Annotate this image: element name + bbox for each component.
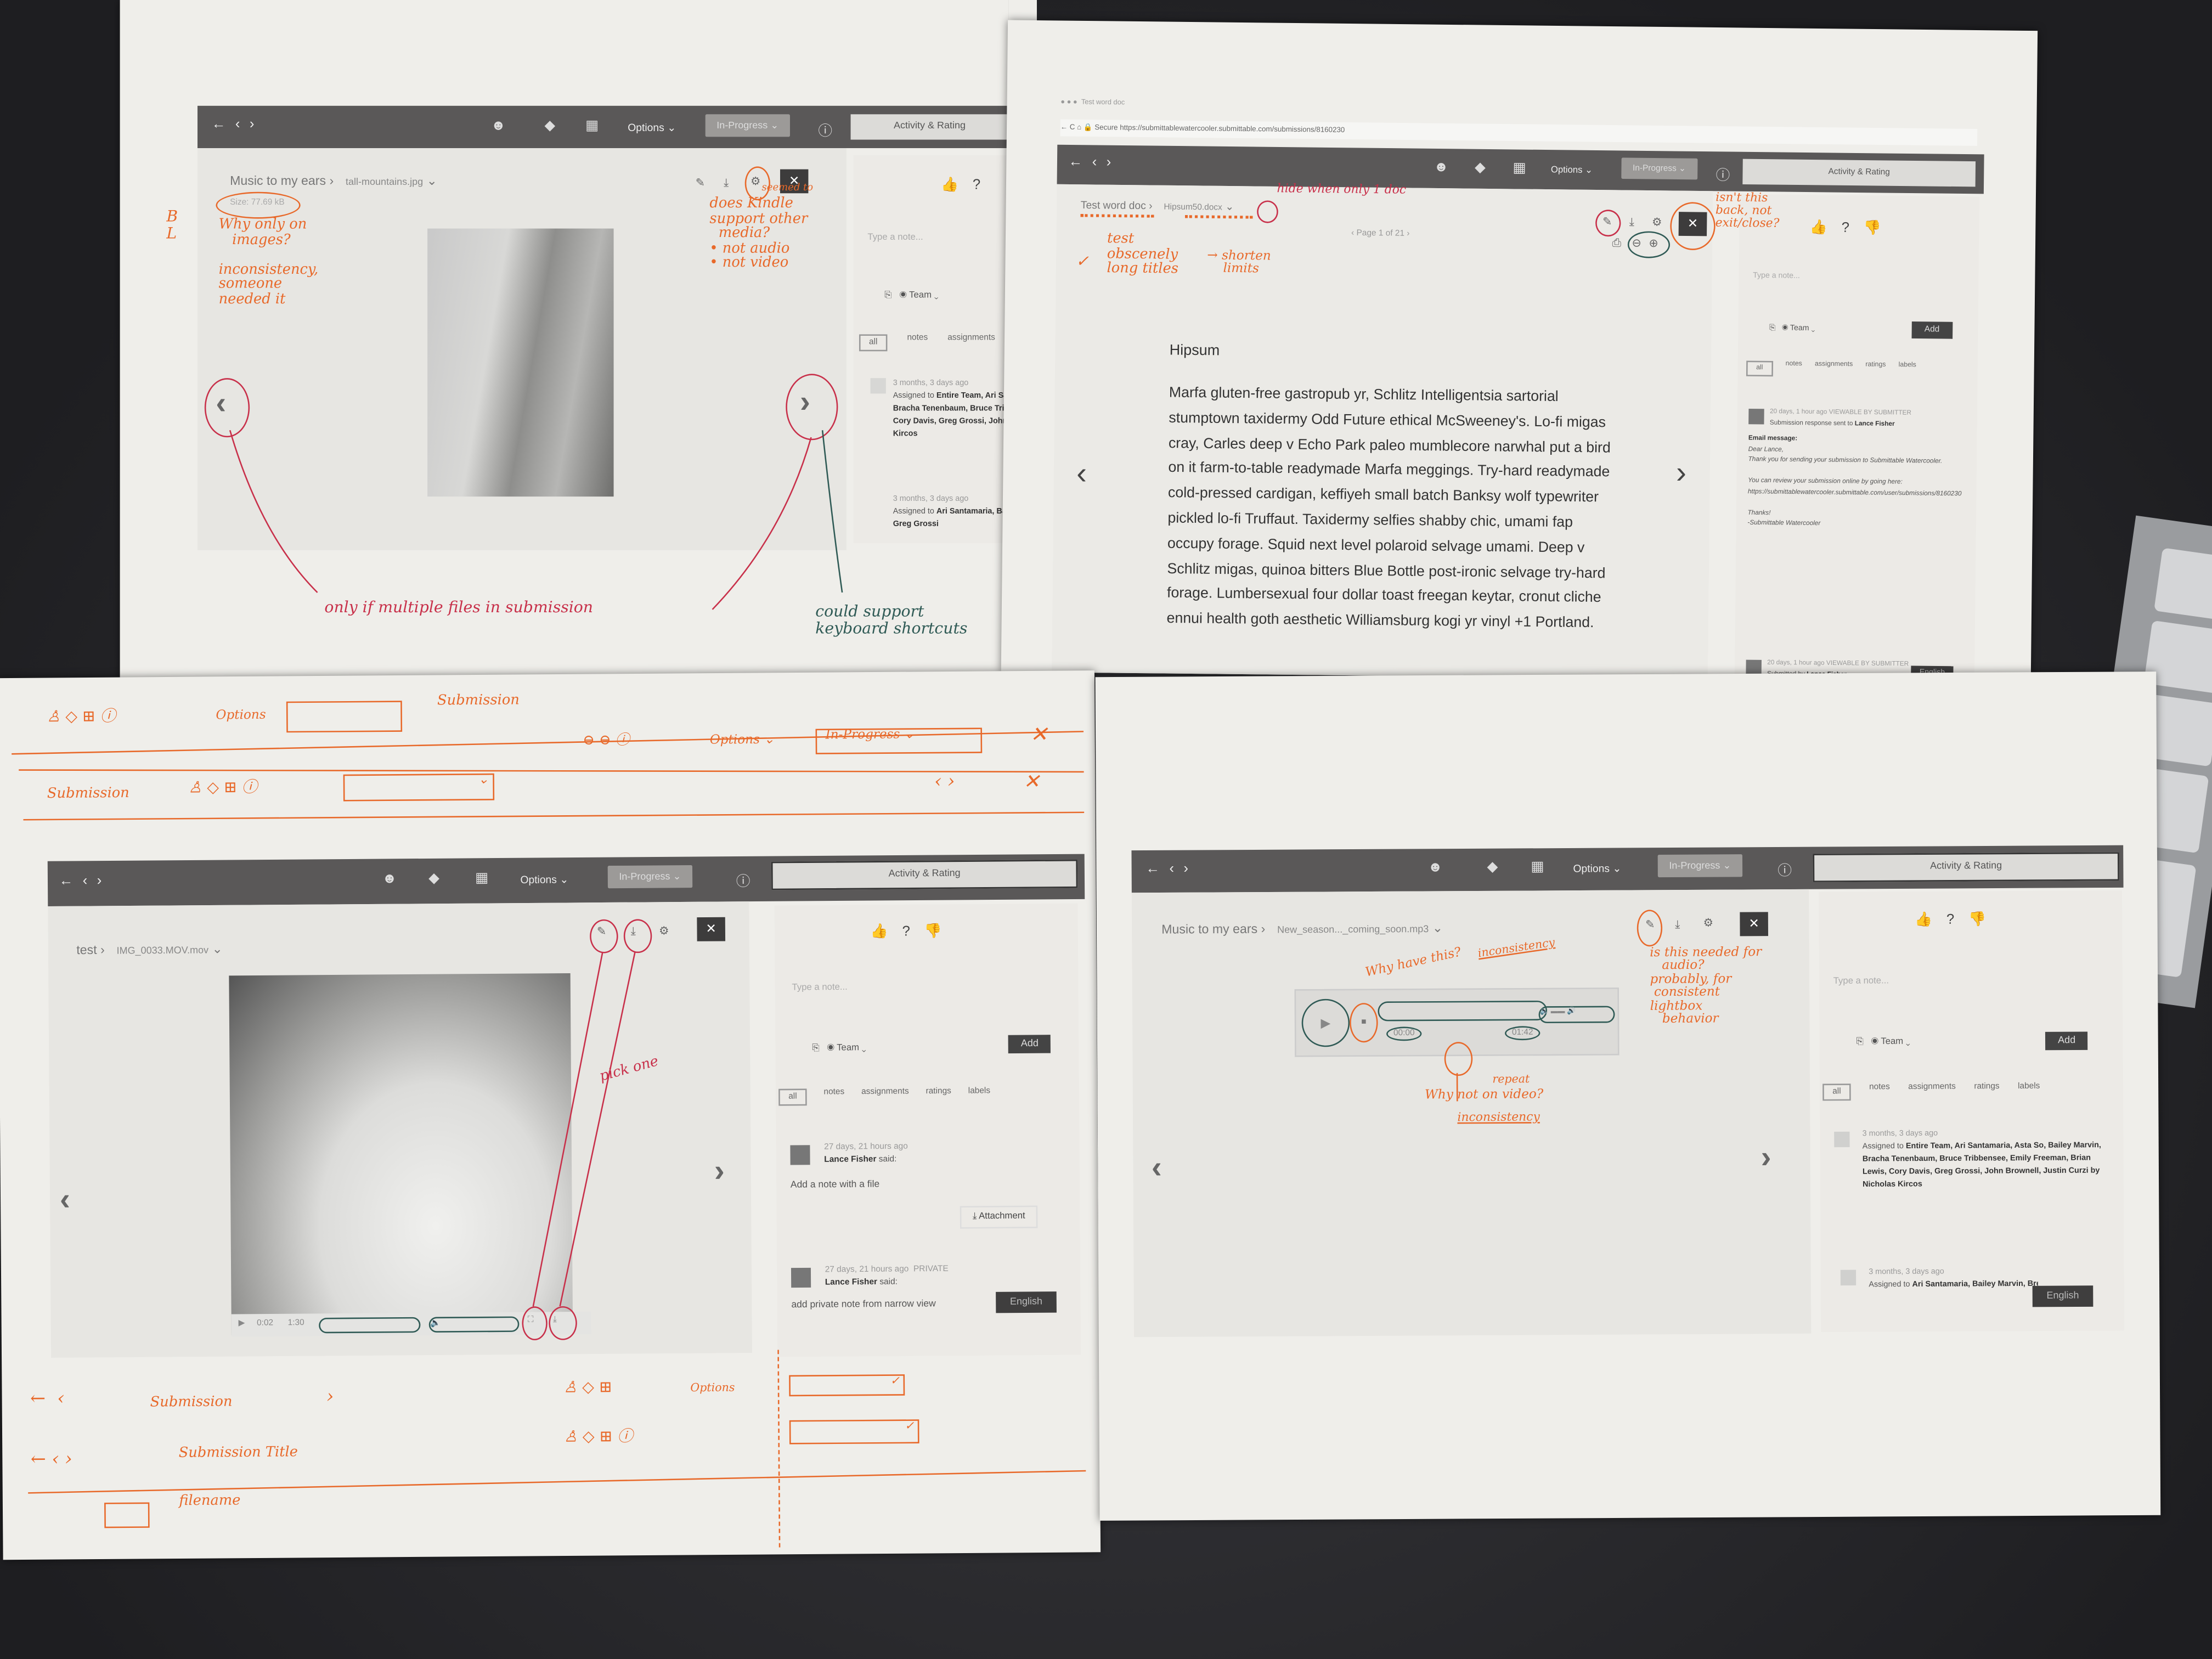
tab-activity-rating[interactable]: Activity & Rating: [1742, 159, 1976, 187]
address-bar[interactable]: ← C ⌂ 🔒 Secure https://submittablewaterc…: [1060, 119, 1978, 146]
sketch-filename: filename: [179, 1493, 241, 1509]
page-indicator[interactable]: ‹ Page 1 of 21 ›: [1351, 229, 1410, 239]
annotation-arrows: [1456, 1073, 1458, 1102]
nav-arrows[interactable]: ← ‹ ›: [1068, 155, 1114, 171]
annotation-repeat: repeat: [1492, 1073, 1530, 1086]
filter-all[interactable]: all: [1746, 360, 1773, 377]
print-icon[interactable]: ⎙: [1612, 236, 1621, 251]
sketch-next: ›: [326, 1386, 334, 1408]
tag-icon[interactable]: ◆: [1475, 160, 1486, 176]
previous-file-chevron[interactable]: ‹: [1076, 455, 1087, 492]
annotation-arrows: [532, 951, 636, 1307]
annotation-inconsistency: inconsistency: [1457, 1110, 1540, 1126]
file-selector[interactable]: Hipsum50.docx: [1164, 204, 1222, 213]
sketch-icons: ♙ ◇ ⊞ ⓘ: [563, 1427, 633, 1446]
document-body: Marfa gluten-free gastropub yr, Schlitz …: [1166, 386, 1611, 632]
rating-icons[interactable]: 👍?👎: [1810, 221, 1895, 237]
note-input[interactable]: Type a note...: [1753, 272, 1800, 281]
annotation-keyboard: could support keyboard shortcuts: [815, 602, 968, 637]
sketch-nav: ← ‹: [30, 1389, 65, 1410]
status-dropdown[interactable]: In-Progress ⌄: [1621, 157, 1697, 180]
visibility-badge: VIEWABLE BY SUBMITTER: [1826, 659, 1909, 668]
sketch-icons: ♙ ◇ ⊞: [563, 1378, 612, 1397]
activity-panel: 👍?👎 Type a note... ⎘ ◉ Team ⌄ Add all no…: [1734, 194, 1980, 682]
sketch-options: Options: [690, 1381, 735, 1395]
desk-photo: ← ‹ › ☻ ◆ ▦ Options ⌄ In-Progress ⌄ ⓘ Ac…: [0, 0, 2212, 1659]
key: [2154, 548, 2212, 622]
info-icon[interactable]: ⓘ: [1716, 163, 1730, 184]
activity-item: 20 days, 1 hour ago VIEWABLE BY SUBMITTE…: [1747, 406, 1967, 531]
annotation-circle: [1627, 231, 1671, 258]
sketch-nav: ← ‹ ›: [30, 1449, 72, 1471]
annotation-hide-doc: hide when only 1 doc: [1277, 182, 1407, 198]
breadcrumb: Test word doc › Hipsum50.docx ⌄: [1080, 198, 1234, 213]
activity-text: Submission response sent to: [1769, 418, 1853, 426]
sketch-submission-title: Submission Title: [178, 1444, 298, 1462]
visibility-value: Team: [1790, 324, 1809, 334]
filter-ratings[interactable]: ratings: [1865, 362, 1886, 378]
sheet-audio-viewer: ← ‹ › ☻ ◆ ▦ Options ⌄ In-Progress ⌄ ⓘ Ac…: [1095, 672, 2161, 1521]
sheet-video-viewer: ♙ ◇ ⊞ ⓘ Options Submission ⊖ ⊖ ⓘ Options…: [0, 670, 1101, 1560]
annotation-why-not-video: Why not on video?: [1425, 1088, 1544, 1103]
submission-title[interactable]: Test word doc: [1081, 199, 1146, 212]
sketch-submission: Submission: [150, 1395, 233, 1411]
annotation-back-exit: isn't this back, not exit/close?: [1715, 191, 1780, 232]
sketch-dropdown: ✓: [789, 1419, 919, 1444]
annotation-arrows: [229, 430, 843, 610]
filter-assignments[interactable]: assignments: [1815, 362, 1853, 377]
sheet-document-viewer: ● ● ● Test word doc ← C ⌂ 🔒 Secure https…: [1001, 20, 2038, 683]
visibility-badge: VIEWABLE BY SUBMITTER: [1829, 408, 1912, 416]
browser-tab: ● ● ● Test word doc: [1060, 98, 1125, 108]
secure-label: Secure: [1094, 123, 1118, 133]
document-title: Hipsum: [1169, 342, 1220, 360]
annotation-check: ✓: [1075, 252, 1089, 271]
activity-filters: all notes assignments ratings labels: [1746, 360, 1916, 378]
email-body: Dear Lance, Thank you for sending your s…: [1747, 444, 1962, 527]
download-icon[interactable]: ⤓: [1629, 216, 1634, 230]
gear-icon[interactable]: ⚙: [1652, 216, 1662, 228]
annotation-circle: [1256, 200, 1278, 223]
sheet-image-viewer: ← ‹ › ☻ ◆ ▦ Options ⌄ In-Progress ⌄ ⓘ Ac…: [120, 0, 1148, 685]
email-heading: Email message:: [1748, 434, 1798, 442]
filter-labels[interactable]: labels: [1898, 362, 1916, 378]
add-note-button[interactable]: Add: [1911, 321, 1953, 339]
visibility-dropdown[interactable]: ⎘ ◉ Team ⌄: [1769, 324, 1815, 335]
annotation-long-titles: test obscenely long titles: [1107, 231, 1179, 278]
sketch-dropdown: ✓: [789, 1374, 905, 1397]
next-file-chevron[interactable]: ›: [1676, 454, 1687, 491]
sketch-folder-icon: [104, 1502, 150, 1528]
calendar-icon[interactable]: ▦: [1513, 161, 1526, 177]
activity-time: 20 days, 1 hour ago: [1769, 407, 1827, 415]
user-icon[interactable]: ☻: [1434, 160, 1448, 176]
annotation-shorten: → shorten limits: [1206, 249, 1271, 278]
activity-name[interactable]: Lance Fisher: [1855, 419, 1895, 427]
browser-tab-title[interactable]: Test word doc: [1081, 98, 1125, 107]
annotation-multiple-files: only if multiple files in submission: [324, 598, 594, 617]
options-menu[interactable]: Options ⌄: [1551, 164, 1593, 176]
filter-notes[interactable]: notes: [1785, 361, 1802, 377]
activity-time: 20 days, 1 hour ago: [1767, 658, 1825, 667]
url-text: https://submittablewatercooler.submittab…: [1120, 124, 1345, 136]
